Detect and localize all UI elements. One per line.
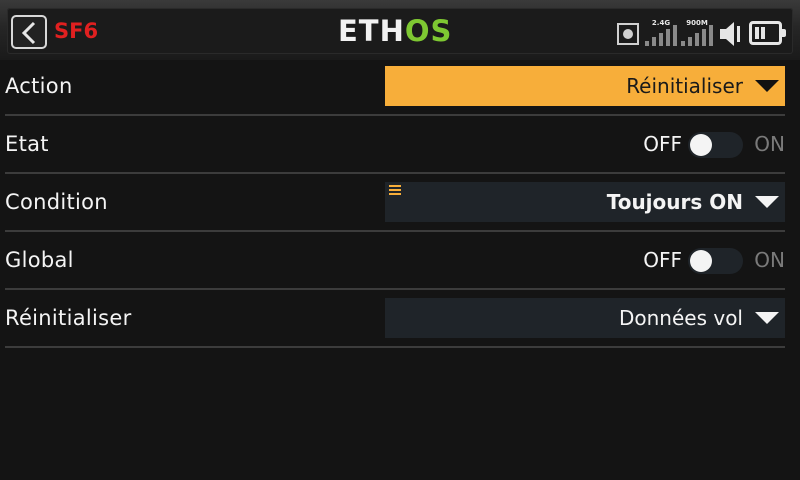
- reinitialiser-value: Données vol: [618, 306, 743, 330]
- etat-toggle-group: OFF ON: [625, 116, 785, 172]
- reinitialiser-label: Réinitialiser: [5, 306, 132, 330]
- page-title: SF6: [54, 19, 99, 43]
- logo-part-2: OS: [404, 14, 453, 48]
- row-global: Global OFF ON: [5, 232, 785, 290]
- menu-icon[interactable]: [389, 185, 401, 197]
- row-action: Action Réinitialiser: [5, 58, 785, 116]
- record-icon[interactable]: [617, 23, 639, 45]
- global-label: Global: [5, 248, 74, 272]
- dropdown-arrow-icon: [755, 196, 779, 208]
- row-condition: Condition Toujours ON: [5, 174, 785, 232]
- global-on-label: ON: [754, 248, 785, 272]
- ethos-logo: ETHOS: [338, 17, 452, 46]
- row-reinitialiser: Réinitialiser Données vol: [5, 290, 785, 348]
- reinitialiser-dropdown[interactable]: Données vol: [385, 298, 785, 338]
- chevron-left-icon: [21, 21, 36, 45]
- condition-label: Condition: [5, 190, 108, 214]
- etat-toggle[interactable]: [688, 132, 743, 158]
- action-label: Action: [5, 74, 73, 98]
- toggle-knob: [690, 134, 712, 156]
- action-value: Réinitialiser: [626, 74, 743, 98]
- global-toggle-group: OFF ON: [625, 232, 785, 288]
- etat-on-label: ON: [754, 132, 785, 156]
- dropdown-arrow-icon: [755, 80, 779, 92]
- toggle-knob: [690, 250, 712, 272]
- global-toggle[interactable]: [688, 248, 743, 274]
- signal-2-4g-icon: 2.4G: [643, 19, 679, 46]
- battery-icon: [749, 21, 786, 45]
- condition-value: Toujours ON: [606, 190, 743, 214]
- speaker-icon[interactable]: [718, 21, 744, 47]
- etat-off-label: OFF: [643, 132, 682, 156]
- dropdown-arrow-icon: [755, 312, 779, 324]
- global-off-label: OFF: [643, 248, 682, 272]
- logo-part-1: ETH: [338, 14, 405, 48]
- back-button[interactable]: [11, 15, 47, 49]
- row-etat: Etat OFF ON: [5, 116, 785, 174]
- signal-900m-icon: 900M: [679, 19, 715, 46]
- action-dropdown[interactable]: Réinitialiser: [385, 66, 785, 106]
- etat-label: Etat: [5, 132, 49, 156]
- condition-dropdown[interactable]: Toujours ON: [385, 182, 785, 222]
